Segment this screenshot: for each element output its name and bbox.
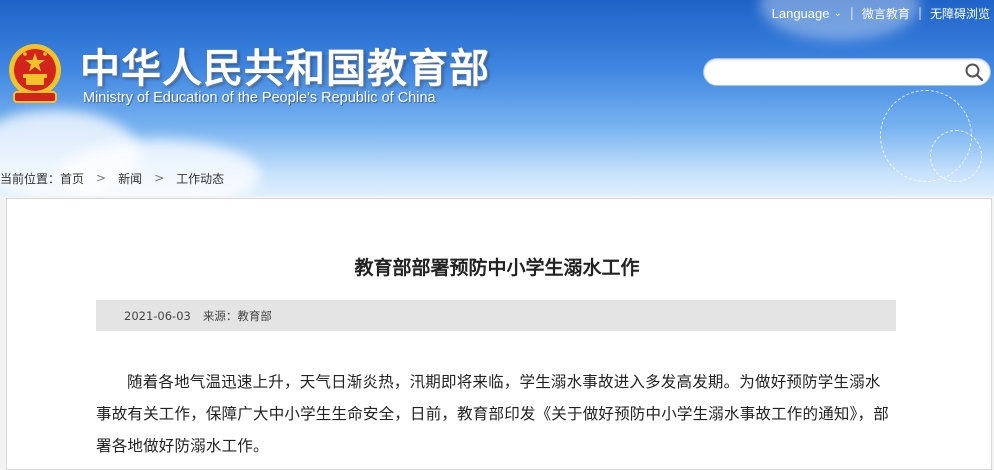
site-header: 中华人民共和国教育部 Ministry of Education of the …	[0, 0, 994, 196]
article-body: 随着各地气温迅速上升，天气日渐炎热，汛期即将来临，学生溺水事故进入多发高发期。为…	[96, 373, 889, 455]
separator: |	[917, 6, 922, 20]
breadcrumb-news[interactable]: 新闻	[118, 170, 142, 187]
top-links: Language ⌄ | 微言教育 | 无障碍浏览	[772, 4, 990, 22]
weibo-link[interactable]: 微言教育	[862, 5, 910, 22]
breadcrumb-work-news[interactable]: 工作动态	[176, 170, 224, 187]
language-link[interactable]: Language	[772, 6, 830, 21]
article-title: 教育部部署预防中小学生溺水工作	[354, 257, 640, 279]
site-title-en: Ministry of Education of the People's Re…	[83, 90, 436, 106]
separator: |	[849, 6, 854, 20]
search-box	[703, 58, 991, 86]
article-source: 来源：教育部	[202, 308, 272, 323]
search-icon[interactable]	[964, 62, 984, 82]
chevron-down-icon: ⌄	[833, 7, 842, 19]
search-input[interactable]	[716, 63, 960, 83]
chevron-right-icon: >	[96, 171, 107, 185]
accessible-link[interactable]: 无障碍浏览	[930, 5, 990, 22]
dandelion-decoration	[930, 130, 982, 182]
national-emblem	[9, 44, 61, 103]
site-title-cn: 中华人民共和国教育部	[80, 46, 490, 92]
article-date: 2021-06-03	[124, 308, 191, 323]
breadcrumb: 当前位置： 首页 > 新闻 > 工作动态	[0, 168, 224, 188]
breadcrumb-prefix: 当前位置：	[0, 171, 61, 186]
chevron-right-icon: >	[154, 171, 165, 185]
article-meta: 2021-06-03 来源：教育部	[96, 300, 896, 331]
breadcrumb-home[interactable]: 首页	[60, 170, 84, 187]
